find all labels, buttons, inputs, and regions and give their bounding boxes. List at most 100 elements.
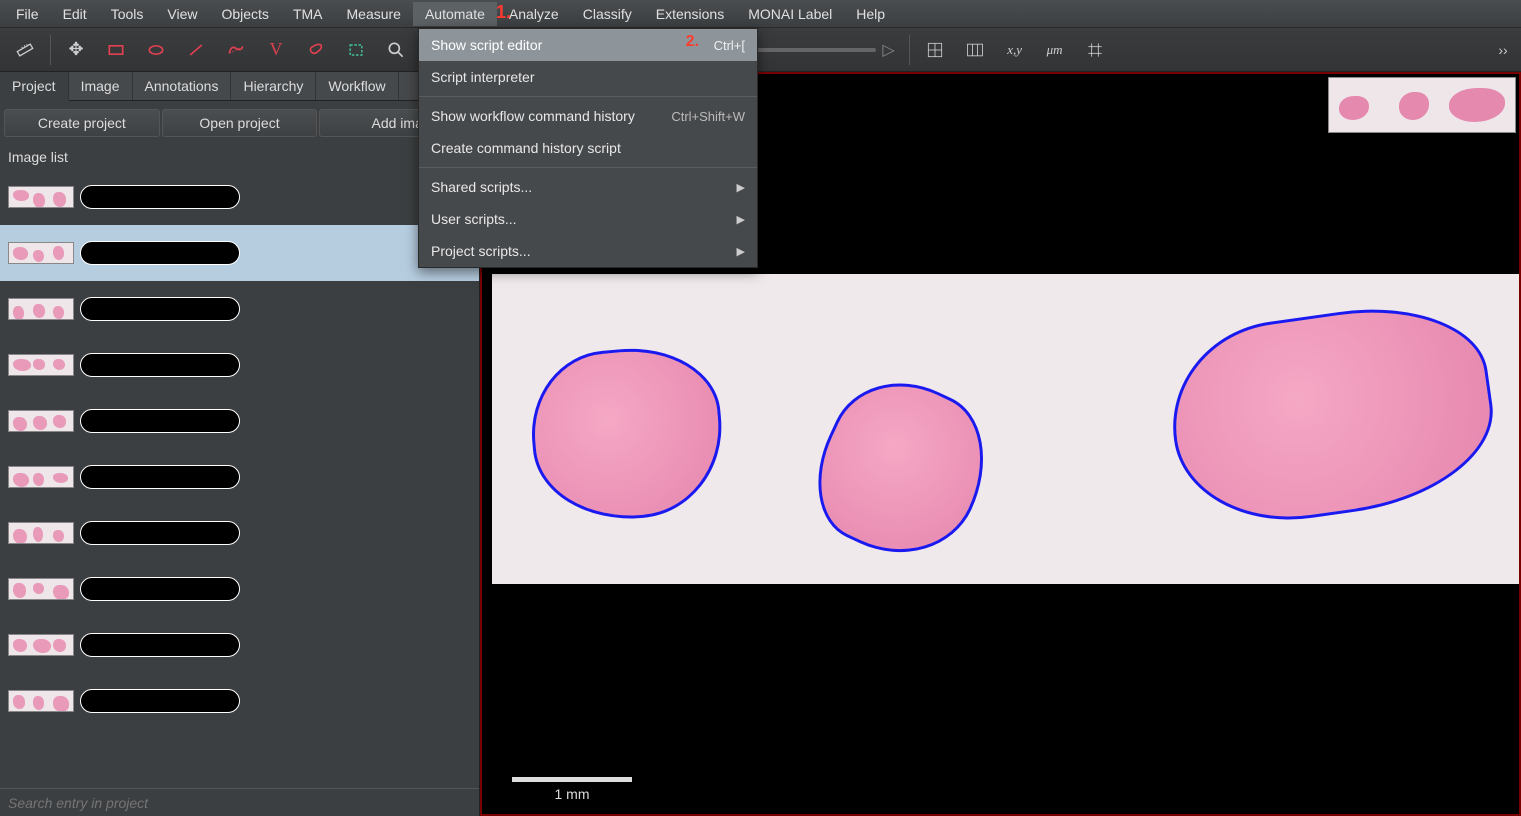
slide-background [492, 274, 1519, 584]
toolbar-separator [909, 35, 910, 65]
list-item-name-redacted [80, 689, 240, 713]
submenu-arrow-icon: ▶ [737, 213, 745, 226]
menu-extensions[interactable]: Extensions [644, 2, 736, 26]
list-item[interactable] [0, 281, 479, 337]
menu-tma[interactable]: TMA [281, 2, 335, 26]
tab-image[interactable]: Image [69, 72, 133, 100]
menu-item-label: Create command history script [431, 140, 621, 156]
ellipse-tool-icon[interactable] [137, 34, 175, 66]
tissue-annotation[interactable] [525, 341, 729, 527]
list-item[interactable] [0, 393, 479, 449]
menu-item-show-workflow-command-history[interactable]: Show workflow command historyCtrl+Shift+… [419, 100, 757, 132]
toolbar-overflow-icon[interactable]: ›› [1491, 28, 1515, 72]
menu-classify[interactable]: Classify [571, 2, 644, 26]
menubar: FileEditToolsViewObjectsTMAMeasureAutoma… [0, 0, 1521, 28]
menu-item-label: Show script editor [431, 37, 542, 53]
create-project-button[interactable]: Create project [4, 109, 160, 137]
menu-edit[interactable]: Edit [51, 2, 99, 26]
automate-dropdown: Show script editor 2. Ctrl+[ Script interpr… [418, 28, 758, 268]
xy-icon[interactable]: x,y [996, 34, 1034, 66]
menu-file[interactable]: File [4, 2, 51, 26]
menu-item-create-command-history-script[interactable]: Create command history script [419, 132, 757, 164]
list-item[interactable] [0, 561, 479, 617]
list-item-name-redacted [80, 185, 240, 209]
tab-annotations[interactable]: Annotations [133, 72, 232, 100]
toolbar: ✥V NC◁▷x,yμm ›› [0, 28, 1521, 72]
menu-item-label: Script interpreter [431, 69, 534, 85]
left-panel: ProjectImageAnnotationsHierarchyWorkflow… [0, 72, 480, 816]
tab-project[interactable]: Project [0, 72, 69, 101]
list-item-name-redacted [80, 409, 240, 433]
toolbar-separator [50, 35, 51, 65]
menu-item-shared-scripts[interactable]: Shared scripts... ▶ [419, 171, 757, 203]
roi-tool-icon[interactable] [337, 34, 375, 66]
image-list-header: Image list [0, 145, 479, 169]
submenu-arrow-icon: ▶ [737, 245, 745, 258]
list-item-thumbnail [8, 578, 74, 600]
menu-view[interactable]: View [155, 2, 209, 26]
annotation-2: 2. [686, 33, 699, 51]
move-tool-icon[interactable]: ✥ [57, 34, 95, 66]
left-panel-tabs: ProjectImageAnnotationsHierarchyWorkflow [0, 72, 479, 101]
list-item[interactable] [0, 673, 479, 729]
scalebar: 1 mm [512, 777, 632, 802]
list-item-name-redacted [80, 465, 240, 489]
list-item[interactable] [0, 449, 479, 505]
list-item[interactable] [0, 617, 479, 673]
list-item[interactable] [0, 225, 479, 281]
menu-measure[interactable]: Measure [335, 2, 413, 26]
menu-item-project-scripts[interactable]: Project scripts... ▶ [419, 235, 757, 267]
counting-grid-icon[interactable] [1076, 34, 1114, 66]
menu-item-show-script-editor[interactable]: Show script editor 2. Ctrl+[ [419, 29, 757, 61]
main-area: ProjectImageAnnotationsHierarchyWorkflow… [0, 72, 1521, 816]
line-tool-icon[interactable] [177, 34, 215, 66]
polygon-tool-icon[interactable] [217, 34, 255, 66]
scalebar-display-icon[interactable]: μm [1036, 34, 1074, 66]
image-list[interactable] [0, 169, 479, 788]
list-item-thumbnail [8, 242, 74, 264]
list-item-thumbnail [8, 522, 74, 544]
tissue-annotation[interactable] [794, 358, 1011, 580]
submenu-arrow-icon: ▶ [737, 181, 745, 194]
menu-monai-label[interactable]: MONAI Label [736, 2, 844, 26]
list-item-thumbnail [8, 354, 74, 376]
ruler-icon[interactable] [6, 34, 44, 66]
tab-hierarchy[interactable]: Hierarchy [231, 72, 316, 100]
list-item-name-redacted [80, 577, 240, 601]
menu-tools[interactable]: Tools [99, 2, 156, 26]
zoom-icon[interactable] [377, 34, 415, 66]
open-project-button[interactable]: Open project [162, 109, 318, 137]
menu-item-label: Project scripts... [431, 243, 531, 259]
menu-automate[interactable]: Automate [413, 2, 497, 26]
vertex-tool-icon[interactable]: V [257, 34, 295, 66]
search-input[interactable] [8, 795, 471, 811]
list-item[interactable] [0, 505, 479, 561]
scalebar-label: 1 mm [555, 786, 590, 802]
menu-objects[interactable]: Objects [209, 2, 280, 26]
list-item-name-redacted [80, 297, 240, 321]
list-item-name-redacted [80, 241, 240, 265]
brush-tool-icon[interactable] [297, 34, 335, 66]
list-item-name-redacted [80, 353, 240, 377]
rectangle-tool-icon[interactable] [97, 34, 135, 66]
overview-thumbnail[interactable] [1328, 77, 1516, 133]
menu-shortcut: Ctrl+[ [714, 38, 745, 53]
list-item-thumbnail [8, 298, 74, 320]
list-item[interactable] [0, 337, 479, 393]
menu-help[interactable]: Help [844, 2, 897, 26]
channel-display-icon[interactable] [956, 34, 994, 66]
project-buttons: Create projectOpen projectAdd ima [0, 101, 479, 145]
tab-workflow[interactable]: Workflow [316, 72, 398, 100]
list-item-thumbnail [8, 466, 74, 488]
menu-item-label: Shared scripts... [431, 179, 532, 195]
list-item-name-redacted [80, 633, 240, 657]
tissue-annotation[interactable] [1160, 293, 1505, 536]
menu-item-label: Show workflow command history [431, 108, 635, 124]
menu-item-user-scripts[interactable]: User scripts...▶ [419, 203, 757, 235]
list-item-thumbnail [8, 410, 74, 432]
menu-item-script-interpreter[interactable]: Script interpreter [419, 61, 757, 93]
list-item-thumbnail [8, 634, 74, 656]
list-item[interactable] [0, 169, 479, 225]
menu-analyze[interactable]: Analyze [497, 2, 571, 26]
grid-display-icon[interactable] [916, 34, 954, 66]
